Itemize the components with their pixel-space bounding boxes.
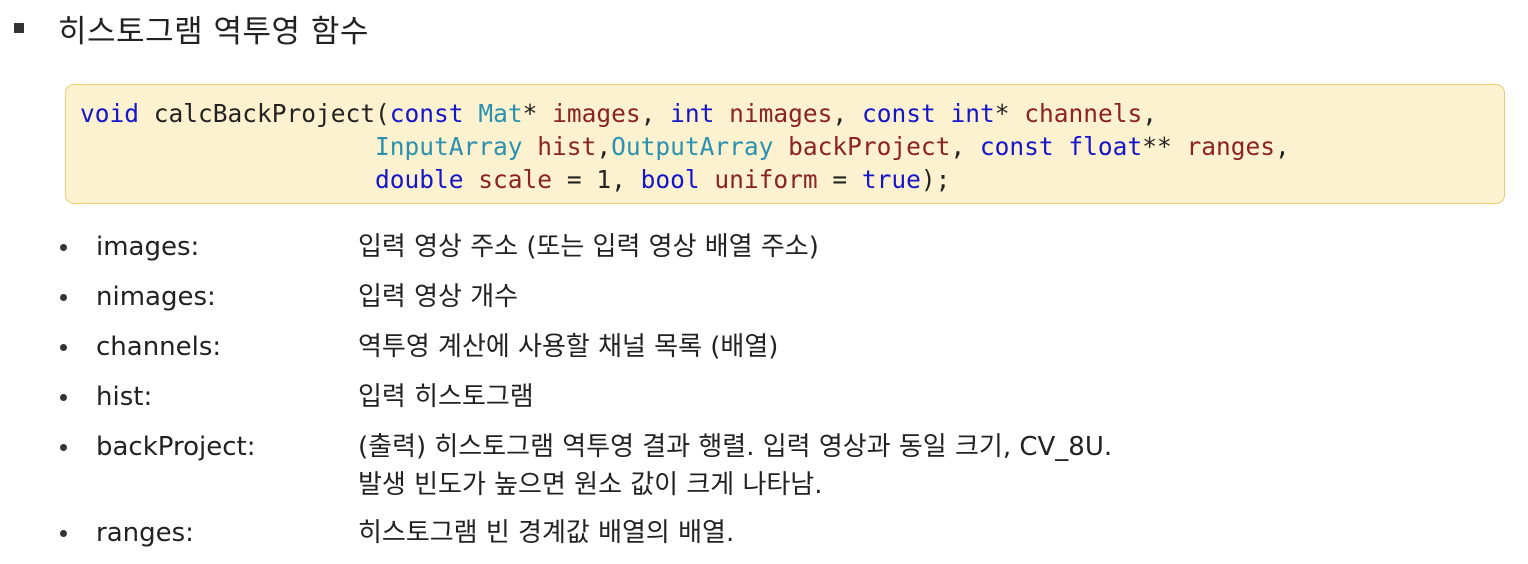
code-line-2: InputArray hist,OutputArray backProject,…: [80, 130, 1490, 163]
keyword-bool: bool: [640, 165, 700, 194]
param-description-line: 입력 영상 주소 (또는 입력 영상 배열 주소): [358, 232, 819, 262]
param-description: 입력 히스토그램: [358, 378, 534, 416]
param-description: 입력 영상 개수: [358, 278, 518, 316]
param-name: ranges:: [96, 518, 194, 548]
param-row-nimages: nimages: 입력 영상 개수: [56, 278, 1456, 316]
param-description: 역투영 계산에 사용할 채널 목록 (배열): [358, 328, 778, 366]
keyword-float: float: [1068, 132, 1143, 161]
keyword-void: void: [80, 99, 140, 128]
keyword-true: true: [861, 165, 921, 194]
param-images: images: [552, 99, 641, 128]
code-punct: *: [994, 99, 1025, 128]
param-description: 입력 영상 주소 (또는 입력 영상 배열 주소): [358, 228, 819, 266]
code-punct: ,: [640, 99, 671, 128]
param-description-line: (출력) 히스토그램 역투영 결과 행렬. 입력 영상과 동일 크기, CV_8…: [358, 432, 1113, 462]
code-punct: );: [920, 165, 951, 194]
param-description-line: 발생 빈도가 높으면 원소 값이 크게 나타남.: [358, 470, 823, 500]
parameter-list: images: 입력 영상 주소 (또는 입력 영상 배열 주소) nimage…: [56, 228, 1456, 564]
param-description-line: 입력 영상 개수: [358, 282, 519, 312]
param-row-images: images: 입력 영상 주소 (또는 입력 영상 배열 주소): [56, 228, 1456, 266]
code-punct: =: [817, 165, 862, 194]
code-punct: ,: [1274, 132, 1290, 161]
param-channels: channels: [1024, 99, 1143, 128]
param-name: channels:: [96, 332, 222, 362]
param-row-ranges: ranges: 히스토그램 빈 경계값 배열의 배열.: [56, 514, 1456, 552]
keyword-int: int: [670, 99, 715, 128]
type-mat: Mat: [478, 99, 523, 128]
code-punct: **: [1142, 132, 1187, 161]
bullet-icon: [60, 444, 67, 451]
keyword-int: int: [950, 99, 995, 128]
param-description: 히스토그램 빈 경계값 배열의 배열.: [358, 514, 734, 552]
keyword-const: const: [389, 99, 464, 128]
code-punct: *: [522, 99, 553, 128]
function-name: calcBackProject(: [139, 99, 390, 128]
type-inputarray: InputArray: [375, 132, 523, 161]
param-name: nimages:: [96, 282, 216, 312]
code-punct: ,: [1142, 99, 1158, 128]
code-punct: ,: [596, 132, 612, 161]
param-description: (출력) 히스토그램 역투영 결과 행렬. 입력 영상과 동일 크기, CV_8…: [358, 428, 1112, 504]
slide-title-row: 히스토그램 역투영 함수: [12, 4, 369, 52]
param-uniform: uniform: [714, 165, 818, 194]
param-row-hist: hist: 입력 히스토그램: [56, 378, 1456, 416]
param-description-line: 역투영 계산에 사용할 채널 목록 (배열): [358, 332, 779, 362]
bullet-icon: [60, 530, 67, 537]
code-block: void calcBackProject(const Mat* images, …: [65, 84, 1505, 204]
code-punct: ,: [832, 99, 862, 128]
keyword-const: const: [979, 132, 1054, 161]
param-hist: hist: [537, 132, 597, 161]
param-nimages: nimages: [729, 99, 833, 128]
code-punct: = 1,: [552, 165, 641, 194]
square-bullet-icon: [14, 23, 24, 33]
param-ranges: ranges: [1186, 132, 1275, 161]
param-description-line: 입력 히스토그램: [358, 382, 534, 412]
code-line-3: double scale = 1, bool uniform = true);: [80, 163, 1490, 196]
bullet-icon: [60, 344, 67, 351]
bullet-icon: [60, 244, 67, 251]
keyword-double: double: [375, 165, 464, 194]
param-row-backproject: backProject: (출력) 히스토그램 역투영 결과 행렬. 입력 영상…: [56, 428, 1456, 504]
bullet-icon: [60, 294, 67, 301]
type-outputarray: OutputArray: [611, 132, 774, 161]
param-name: images:: [96, 232, 200, 262]
param-row-channels: channels: 역투영 계산에 사용할 채널 목록 (배열): [56, 328, 1456, 366]
param-name: hist:: [96, 382, 153, 412]
param-scale: scale: [478, 165, 553, 194]
param-backproject: backProject: [788, 132, 951, 161]
param-name: backProject:: [96, 432, 256, 462]
slide-title: 히스토그램 역투영 함수: [58, 13, 369, 50]
code-punct: ,: [950, 132, 980, 161]
bullet-icon: [60, 394, 67, 401]
keyword-const: const: [861, 99, 936, 128]
code-line-1: void calcBackProject(const Mat* images, …: [80, 97, 1490, 130]
param-description-line: 히스토그램 빈 경계값 배열의 배열.: [358, 518, 735, 548]
